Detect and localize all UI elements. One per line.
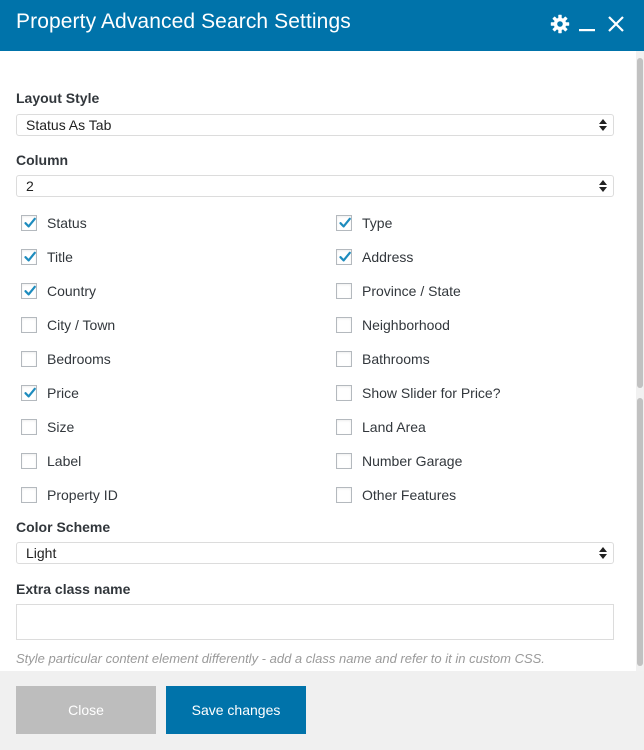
checkmark-icon — [339, 217, 351, 228]
checkbox-box[interactable] — [336, 283, 352, 299]
checkbox-box[interactable] — [21, 487, 37, 503]
checkbox-label: Show Slider for Price? — [362, 385, 501, 401]
checkbox-box[interactable] — [336, 487, 352, 503]
checkbox-box[interactable] — [21, 385, 37, 401]
color-scheme-select[interactable]: Light — [16, 542, 614, 564]
layout-style-select[interactable]: Status As Tab — [16, 114, 614, 136]
checkbox-price[interactable]: Price — [21, 385, 79, 401]
extra-class-help-text: Style particular content element differe… — [16, 651, 545, 666]
save-changes-button[interactable]: Save changes — [166, 686, 306, 734]
extra-class-input[interactable] — [16, 604, 614, 640]
checkbox-label: Province / State — [362, 283, 461, 299]
checkbox-label: Bathrooms — [362, 351, 430, 367]
checkbox-label: Land Area — [362, 419, 426, 435]
checkbox-box[interactable] — [336, 249, 352, 265]
checkbox-box[interactable] — [336, 317, 352, 333]
scrollbar-thumb-lower[interactable] — [637, 398, 643, 666]
checkbox-box[interactable] — [21, 351, 37, 367]
select-arrows-icon — [599, 119, 607, 131]
layout-style-label: Layout Style — [16, 90, 100, 106]
checkbox-box[interactable] — [21, 317, 37, 333]
scrollbar-thumb[interactable] — [637, 58, 643, 388]
checkbox-label: Number Garage — [362, 453, 463, 469]
checkbox-property-id[interactable]: Property ID — [21, 487, 118, 503]
close-button[interactable]: Close — [16, 686, 156, 734]
checkbox-box[interactable] — [21, 283, 37, 299]
checkbox-size[interactable]: Size — [21, 419, 74, 435]
checkbox-label: Title — [47, 249, 73, 265]
checkbox-label: Other Features — [362, 487, 457, 503]
settings-panel: Layout Style Status As Tab Column 2 Stat… — [0, 51, 636, 671]
checkbox-box[interactable] — [336, 453, 352, 469]
checkbox-label: Status — [47, 215, 87, 231]
checkbox-country[interactable]: Country — [21, 283, 96, 299]
checkbox-type[interactable]: Type — [336, 215, 392, 231]
checkbox-label: Neighborhood — [362, 317, 450, 333]
checkmark-icon — [24, 251, 36, 262]
color-scheme-label: Color Scheme — [16, 519, 111, 535]
dialog-footer: Close Save changes — [0, 671, 644, 750]
checkbox-box[interactable] — [336, 385, 352, 401]
extra-class-label: Extra class name — [16, 581, 131, 597]
column-select[interactable]: 2 — [16, 175, 614, 197]
checkbox-box[interactable] — [21, 215, 37, 231]
checkbox-bathrooms[interactable]: Bathrooms — [336, 351, 430, 367]
checkbox-province-state[interactable]: Province / State — [336, 283, 461, 299]
checkbox-label: Property ID — [47, 487, 118, 503]
checkbox-label: Address — [362, 249, 414, 265]
close-icon[interactable] — [604, 12, 628, 36]
checkbox-title[interactable]: Title — [21, 249, 73, 265]
checkbox-box[interactable] — [21, 419, 37, 435]
checkmark-icon — [339, 251, 351, 262]
checkbox-number-garage[interactable]: Number Garage — [336, 453, 462, 469]
checkbox-label: Size — [47, 419, 75, 435]
checkmark-icon — [24, 217, 36, 228]
checkbox-bedrooms[interactable]: Bedrooms — [21, 351, 111, 367]
checkbox-neighborhood[interactable]: Neighborhood — [336, 317, 450, 333]
checkbox-status[interactable]: Status — [21, 215, 87, 231]
color-scheme-value: Light — [26, 545, 57, 561]
dialog-title: Property Advanced Search Settings — [16, 10, 351, 33]
checkbox-label: Label — [47, 453, 82, 469]
checkbox-box[interactable] — [336, 351, 352, 367]
select-arrows-icon — [599, 180, 607, 192]
checkbox-label[interactable]: Label — [21, 453, 81, 469]
checkbox-land-area[interactable]: Land Area — [336, 419, 426, 435]
checkbox-box[interactable] — [336, 419, 352, 435]
checkbox-label: City / Town — [47, 317, 116, 333]
checkbox-label: Type — [362, 215, 393, 231]
checkbox-label: Bedrooms — [47, 351, 111, 367]
gear-icon[interactable] — [548, 12, 572, 36]
checkbox-address[interactable]: Address — [336, 249, 413, 265]
column-label: Column — [16, 152, 69, 168]
select-arrows-icon — [599, 547, 607, 559]
checkbox-box[interactable] — [21, 249, 37, 265]
layout-style-value: Status As Tab — [26, 117, 112, 133]
checkbox-city-town[interactable]: City / Town — [21, 317, 115, 333]
checkmark-icon — [24, 285, 36, 296]
checkbox-box[interactable] — [21, 453, 37, 469]
checkbox-label: Price — [47, 385, 79, 401]
checkbox-show-slider-for-price[interactable]: Show Slider for Price? — [336, 385, 501, 401]
column-value: 2 — [26, 178, 34, 194]
checkbox-other-features[interactable]: Other Features — [336, 487, 456, 503]
dialog-header: Property Advanced Search Settings — [0, 0, 644, 51]
minimize-icon[interactable] — [575, 12, 599, 36]
checkbox-box[interactable] — [336, 215, 352, 231]
checkbox-label: Country — [47, 283, 97, 299]
checkmark-icon — [24, 387, 36, 398]
